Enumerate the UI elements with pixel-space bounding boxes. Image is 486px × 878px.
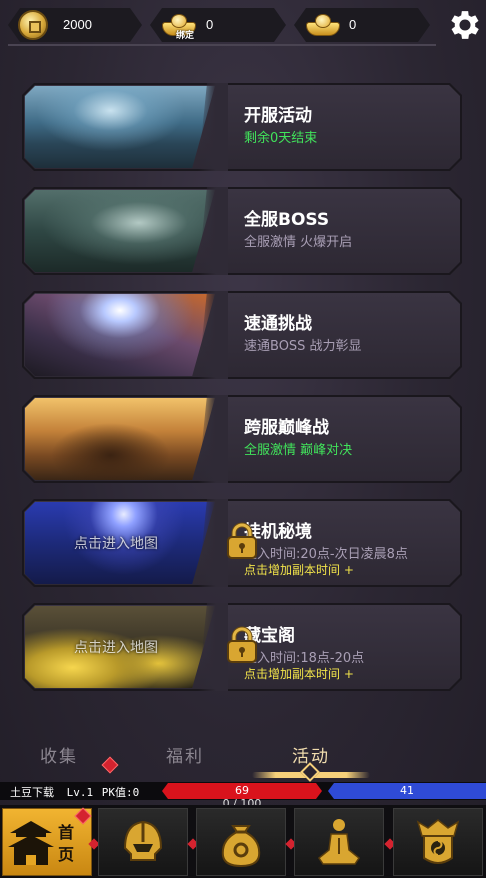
activity-title: 跨服巅峰战: [244, 418, 329, 438]
hp-value: 69: [235, 784, 249, 797]
lock-icon: [227, 626, 257, 663]
pk-value: PK值:0: [101, 786, 140, 799]
player-level: Lv.1: [66, 786, 94, 799]
home-icon: [8, 821, 54, 865]
bound-gold-value: 0: [206, 17, 214, 32]
home-label: 首页: [58, 823, 75, 864]
top-divider: [8, 44, 436, 46]
copper-coin-value: 2000: [63, 17, 92, 32]
notification-dot: [101, 756, 119, 774]
enter-map-hint[interactable]: 点击进入地图: [74, 637, 158, 657]
activity-title: 全服BOSS: [244, 210, 330, 230]
currency-bar: 2000 绑定 0 0: [0, 0, 486, 50]
arena-artwork: [25, 398, 215, 480]
add-time-link[interactable]: 点击增加副本时间 +: [244, 561, 354, 578]
tab-welfare[interactable]: 福利: [166, 742, 204, 767]
player-info: 土豆下载 Lv.1 PK值:0: [10, 784, 139, 800]
activity-card-idle-realm[interactable]: 点击进入地图 挂机秘境 进入时间:20点-次日凌晨8点 点击增加副本时间 +: [22, 499, 462, 587]
player-name: 土豆下载: [10, 786, 54, 799]
activity-card-world-boss[interactable]: 全服BOSS 全服激情 火爆开启: [22, 187, 462, 275]
army-artwork: [25, 190, 215, 272]
warrior-lightning-artwork: [25, 294, 215, 376]
mp-value: 41: [400, 784, 414, 797]
helmet-icon: [123, 820, 163, 861]
activity-card-server-launch[interactable]: 开服活动 剩余0天结束: [22, 83, 462, 171]
enter-map-hint[interactable]: 点击进入地图: [74, 533, 158, 553]
lock-icon: [227, 522, 257, 559]
activity-title: 开服活动: [244, 106, 312, 126]
copper-coin-icon: [18, 10, 48, 40]
gate-artwork: [25, 86, 215, 168]
bound-gold-pill[interactable]: 绑定 0: [150, 8, 286, 42]
activity-subtitle: 剩余0天结束: [244, 131, 318, 146]
activity-card-cross-server-peak[interactable]: 跨服巅峰战 全服激情 巅峰对决: [22, 395, 462, 483]
activity-card-treasure-pavilion[interactable]: 点击进入地图 藏宝阁 进入时间:18点-20点 点击增加副本时间 +: [22, 603, 462, 691]
activity-subtitle: 速通BOSS 战力彰显: [244, 339, 362, 354]
add-time-link[interactable]: 点击增加副本时间 +: [244, 665, 354, 682]
money-bag-icon: [221, 825, 261, 868]
activity-card-speed-challenge[interactable]: 速通挑战 速通BOSS 战力彰显: [22, 291, 462, 379]
activity-subtitle: 全服激情 巅峰对决: [244, 443, 353, 458]
gear-icon[interactable]: [446, 6, 484, 44]
potion-icon: [416, 819, 460, 864]
activity-title: 速通挑战: [244, 314, 312, 334]
gold-value: 0: [349, 17, 357, 32]
copper-coin-pill[interactable]: 2000: [8, 8, 142, 42]
gold-ingot-icon: [306, 14, 340, 36]
bound-label: 绑定: [176, 31, 195, 41]
activity-subtitle: 全服激情 火爆开启: [244, 235, 353, 250]
tab-collect[interactable]: 收集: [40, 742, 78, 767]
gold-pill[interactable]: 0: [294, 8, 430, 42]
activity-subtitle: 进入时间:20点-次日凌晨8点: [244, 547, 408, 562]
activity-subtitle: 进入时间:18点-20点: [244, 651, 365, 666]
meditation-icon: [317, 819, 361, 865]
